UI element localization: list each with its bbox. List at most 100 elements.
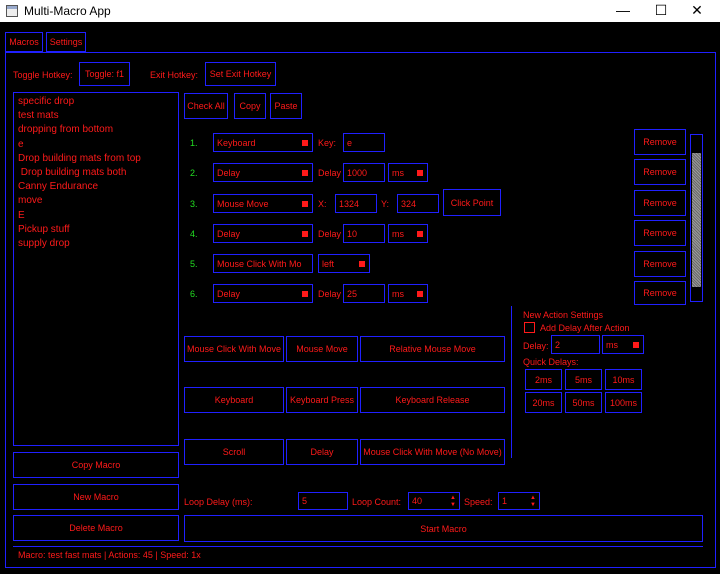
action-type-value: Delay <box>217 228 241 239</box>
copy-button[interactable]: Copy <box>234 93 266 119</box>
remove-button[interactable]: Remove <box>634 220 686 246</box>
close-button[interactable]: ✕ <box>674 0 720 22</box>
add-scroll-button[interactable]: Scroll <box>184 439 284 465</box>
dropdown-arrow-icon <box>302 139 308 146</box>
list-item[interactable]: specific drop <box>18 95 174 109</box>
remove-button[interactable]: Remove <box>634 190 686 216</box>
add-relative-mouse-move-button[interactable]: Relative Mouse Move <box>360 336 505 362</box>
spin-arrows-icon[interactable]: ▲ ▼ <box>530 495 536 509</box>
tab-settings[interactable]: Settings <box>46 32 86 52</box>
action-number: 5. <box>190 259 198 269</box>
action-type-select[interactable]: Mouse Move <box>213 194 313 213</box>
paste-button[interactable]: Paste <box>270 93 302 119</box>
x-input[interactable]: 1324 <box>335 194 377 213</box>
action-type-select[interactable]: Delay <box>213 224 313 243</box>
dropdown-arrow-icon <box>302 200 308 207</box>
list-item[interactable]: supply drop <box>18 237 174 251</box>
list-item[interactable]: Pickup stuff <box>18 223 174 237</box>
action-number: 6. <box>190 289 198 299</box>
set-exit-hotkey-button[interactable]: Set Exit Hotkey <box>205 62 276 86</box>
copy-macro-button[interactable]: Copy Macro <box>13 452 179 478</box>
macro-list[interactable]: specific drop test mats dropping from bo… <box>13 92 179 446</box>
new-macro-button[interactable]: New Macro <box>13 484 179 510</box>
delay-input[interactable]: 1000 <box>343 163 385 182</box>
quick-delay-10ms-button[interactable]: 10ms <box>605 369 642 390</box>
add-delay-checkbox[interactable] <box>524 322 535 333</box>
action-type-value: Delay <box>217 288 241 299</box>
action-number: 2. <box>190 168 198 178</box>
unit-select[interactable]: ms <box>388 224 428 243</box>
add-delay-button[interactable]: Delay <box>286 439 358 465</box>
remove-button[interactable]: Remove <box>634 251 686 277</box>
remove-button[interactable]: Remove <box>634 159 686 185</box>
action-number: 3. <box>190 199 198 209</box>
action-type-select[interactable]: Mouse Click With Mo <box>213 254 313 273</box>
action-type-select[interactable]: Delay <box>213 284 313 303</box>
add-delay-label: Add Delay After Action <box>540 323 630 333</box>
remove-button[interactable]: Remove <box>634 129 686 155</box>
loop-count-spinbox[interactable]: 40 ▲ ▼ <box>408 492 460 510</box>
delay-setting-input[interactable]: 2 <box>551 335 600 354</box>
dropdown-arrow-icon <box>359 260 365 267</box>
y-input[interactable]: 324 <box>397 194 439 213</box>
action-type-value: Delay <box>217 167 241 178</box>
unit-select[interactable]: ms <box>388 284 428 303</box>
delay-setting-label: Delay: <box>523 341 549 351</box>
mouse-button-value: left <box>322 258 335 269</box>
add-mouse-move-button[interactable]: Mouse Move <box>286 336 358 362</box>
unit-value: ms <box>392 228 404 239</box>
start-macro-button[interactable]: Start Macro <box>184 515 703 542</box>
loop-count-label: Loop Count: <box>352 497 402 507</box>
speed-spinbox[interactable]: 1 ▲ ▼ <box>498 492 540 510</box>
list-item[interactable]: Drop building mats both <box>18 166 174 180</box>
check-all-button[interactable]: Check All <box>184 93 228 119</box>
dropdown-arrow-icon <box>302 230 308 237</box>
add-keyboard-button[interactable]: Keyboard <box>184 387 284 413</box>
dropdown-arrow-icon <box>417 169 423 176</box>
x-label: X: <box>318 199 327 209</box>
add-mouse-click-no-move-button[interactable]: Mouse Click With Move (No Move) <box>360 439 505 465</box>
delay-setting-unit-select[interactable]: ms <box>602 335 644 354</box>
toggle-hotkey-button[interactable]: Toggle: f1 <box>79 62 130 86</box>
action-type-select[interactable]: Keyboard <box>213 133 313 152</box>
quick-delay-5ms-button[interactable]: 5ms <box>565 369 602 390</box>
quick-delay-20ms-button[interactable]: 20ms <box>525 392 562 413</box>
remove-button[interactable]: Remove <box>634 281 686 305</box>
quick-delay-100ms-button[interactable]: 100ms <box>605 392 642 413</box>
dropdown-arrow-icon <box>633 341 639 348</box>
delay-label: Delay <box>318 229 342 239</box>
quick-delay-2ms-button[interactable]: 2ms <box>525 369 562 390</box>
add-mouse-click-with-move-button[interactable]: Mouse Click With Move <box>184 336 284 362</box>
scrollbar-thumb[interactable] <box>692 153 701 287</box>
delay-input[interactable]: 10 <box>343 224 385 243</box>
loop-delay-input[interactable]: 5 <box>298 492 348 510</box>
list-item[interactable]: dropping from bottom <box>18 123 174 137</box>
list-item[interactable]: Canny Endurance <box>18 180 174 194</box>
quick-delay-50ms-button[interactable]: 50ms <box>565 392 602 413</box>
exit-hotkey-label: Exit Hotkey: <box>150 70 199 80</box>
mouse-button-select[interactable]: left <box>318 254 370 273</box>
speed-label: Speed: <box>464 497 493 507</box>
dropdown-arrow-icon <box>302 169 308 176</box>
delay-label: Delay <box>318 289 342 299</box>
list-item[interactable]: test mats <box>18 109 174 123</box>
add-keyboard-press-button[interactable]: Keyboard Press <box>286 387 358 413</box>
delay-setting-unit-value: ms <box>606 339 618 350</box>
action-type-select[interactable]: Delay <box>213 163 313 182</box>
delete-macro-button[interactable]: Delete Macro <box>13 515 179 541</box>
list-item[interactable]: e <box>18 138 174 152</box>
spin-arrows-icon[interactable]: ▲ ▼ <box>450 495 456 509</box>
delay-input[interactable]: 25 <box>343 284 385 303</box>
title-bar: Multi-Macro App — ☐ ✕ <box>0 0 720 22</box>
unit-select[interactable]: ms <box>388 163 428 182</box>
action-type-value: Mouse Move <box>217 198 269 209</box>
list-item[interactable]: Drop building mats from top <box>18 152 174 166</box>
window-title: Multi-Macro App <box>24 4 111 18</box>
key-input[interactable]: e <box>343 133 385 152</box>
list-item[interactable]: move <box>18 194 174 208</box>
click-point-button[interactable]: Click Point <box>443 189 501 216</box>
list-item[interactable]: E <box>18 209 174 223</box>
scrollbar-track[interactable] <box>690 134 703 302</box>
tab-macros[interactable]: Macros <box>5 32 43 52</box>
add-keyboard-release-button[interactable]: Keyboard Release <box>360 387 505 413</box>
